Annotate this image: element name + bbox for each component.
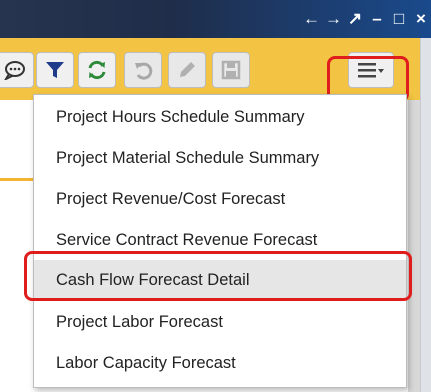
menu-item-revenue-cost-forecast[interactable]: Project Revenue/Cost Forecast: [34, 179, 406, 219]
pencil-icon: [180, 62, 195, 77]
minimize-icon[interactable]: –: [369, 8, 385, 30]
right-panel-edge: [420, 38, 431, 392]
edit-button[interactable]: [168, 52, 206, 88]
report-dropdown-menu: Project Hours Schedule Summary Project M…: [33, 94, 407, 388]
refresh-icon: [88, 60, 106, 80]
comment-button[interactable]: [0, 52, 34, 88]
refresh-button[interactable]: [78, 52, 116, 88]
save-button[interactable]: [212, 52, 250, 88]
menu-item-project-material[interactable]: Project Material Schedule Summary: [34, 138, 406, 178]
filter-icon: [46, 62, 64, 78]
popout-icon[interactable]: ↗: [347, 8, 363, 30]
menu-item-labor-capacity-forecast[interactable]: Labor Capacity Forecast: [34, 343, 406, 383]
back-arrow-icon[interactable]: ←: [303, 8, 320, 30]
cash-flow-highlight: [24, 251, 412, 301]
close-icon[interactable]: ×: [413, 8, 429, 30]
undo-button[interactable]: [124, 52, 162, 88]
window-controls: ← → ↗ – □ ×: [303, 8, 431, 30]
menu-item-project-hours[interactable]: Project Hours Schedule Summary: [34, 97, 406, 137]
filter-button[interactable]: [36, 52, 74, 88]
callout-line: [0, 178, 34, 181]
maximize-icon[interactable]: □: [391, 8, 407, 30]
undo-icon: [135, 62, 153, 80]
background-panel: [408, 100, 420, 392]
forward-arrow-icon[interactable]: →: [325, 8, 342, 30]
comment-icon: [4, 61, 25, 80]
menu-item-project-labor-forecast[interactable]: Project Labor Forecast: [34, 302, 406, 342]
save-icon: [221, 60, 241, 80]
window-title-bar: ← → ↗ – □ ×: [0, 0, 431, 38]
